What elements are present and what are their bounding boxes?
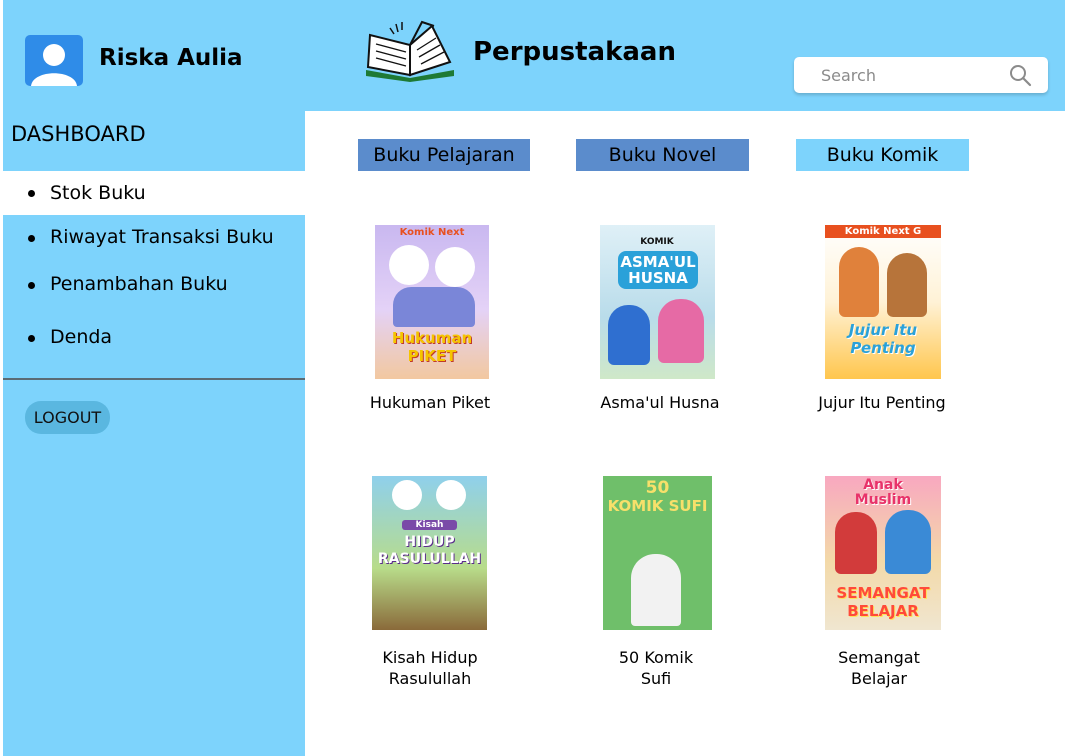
book-cover: Kisah HIDUP RASULULLAH [372, 476, 487, 630]
book-card[interactable]: Kisah HIDUP RASULULLAH Kisah Hidup Rasul… [340, 475, 520, 695]
book-title: Asma'ul Husna [600, 393, 720, 412]
book-card[interactable]: KOMIK ASMA'UL HUSNA Asma'ul Husna [570, 224, 750, 424]
book-title: 50 Komik Sufi [618, 648, 694, 688]
cover-character [658, 299, 704, 363]
book-cover: 50 KOMIK SUFI [603, 476, 712, 630]
cover-character [835, 512, 877, 574]
cover-series-text: Komik Next [399, 227, 465, 238]
sidebar-item-stok-buku[interactable]: Stok Buku [3, 171, 305, 215]
book-card[interactable]: Anak Muslim SEMANGAT BELAJAR Semangat Be… [789, 475, 969, 695]
cover-character [887, 253, 927, 317]
cover-title-text: SEMANGAT BELAJAR [836, 584, 930, 620]
cover-series-text: Anak Muslim [854, 477, 912, 508]
tab-buku-komik[interactable]: Buku Komik [796, 139, 969, 171]
sidebar-item-denda[interactable]: Denda [3, 316, 305, 360]
user-avatar-icon[interactable] [25, 35, 83, 86]
logout-button[interactable]: LOGOUT [25, 401, 110, 434]
cover-character [608, 305, 650, 365]
cover-series-text: Kisah [402, 520, 457, 530]
tab-buku-pelajaran[interactable]: Buku Pelajaran [358, 139, 530, 171]
cover-series-text: KOMIK [640, 237, 674, 247]
book-title: Kisah Hidup Rasulullah [382, 648, 478, 688]
app-title: Perpustakaan [473, 37, 676, 67]
search-input[interactable] [808, 62, 1024, 88]
cover-character [885, 510, 931, 574]
book-card[interactable]: Komik Next G Jujur Itu Penting Jujur Itu… [792, 224, 972, 424]
cover-character [392, 480, 422, 510]
user-name: Riska Aulia [99, 45, 243, 71]
bullet-icon [28, 190, 35, 197]
book-cover: Komik Next Hukuman PIKET [375, 225, 489, 379]
book-title: Semangat Belajar [838, 648, 920, 688]
cover-character [435, 247, 475, 287]
book-title: Hukuman Piket [369, 393, 491, 412]
sidebar-item-label: Denda [50, 326, 113, 348]
cover-series-text: 50 [645, 478, 670, 498]
cover-character [389, 245, 429, 285]
book-cover: KOMIK ASMA'UL HUSNA [600, 225, 715, 379]
cover-title-text: KOMIK SUFI [607, 497, 708, 515]
book-card[interactable]: 50 KOMIK SUFI 50 Komik Sufi [566, 475, 746, 695]
sidebar-item-label: Penambahan Buku [50, 273, 228, 295]
book-card[interactable]: Komik Next Hukuman PIKET Hukuman Piket [340, 224, 520, 424]
cover-character [631, 554, 681, 626]
search-icon[interactable] [1008, 63, 1032, 91]
book-cover: Anak Muslim SEMANGAT BELAJAR [825, 476, 941, 630]
sidebar-item-label: Stok Buku [50, 182, 146, 204]
app-root: Riska Aulia Perpustakaan DASHBOARD Stok … [0, 0, 1065, 756]
cover-title-text: HIDUP RASULULLAH [377, 534, 482, 567]
sidebar-item-label: Riwayat Transaksi Buku [50, 226, 274, 248]
sidebar-heading: DASHBOARD [11, 122, 146, 146]
cover-illustration [393, 287, 475, 327]
tab-buku-novel[interactable]: Buku Novel [576, 139, 749, 171]
bullet-icon [28, 282, 35, 289]
cover-series-text: Komik Next G [825, 225, 941, 238]
open-book-icon [362, 20, 458, 86]
cover-character [436, 480, 466, 510]
sidebar-divider [3, 378, 305, 380]
bullet-icon [28, 235, 35, 242]
cover-title-text: Hukuman PIKET [391, 329, 473, 365]
sidebar-item-penambahan-buku[interactable]: Penambahan Buku [3, 263, 305, 307]
cover-title-text: Jujur Itu Penting [848, 321, 918, 357]
cover-title-text: ASMA'UL HUSNA [618, 251, 698, 289]
book-title: Jujur Itu Penting [818, 393, 946, 412]
sidebar-item-riwayat-transaksi[interactable]: Riwayat Transaksi Buku [3, 216, 305, 260]
cover-character [839, 247, 879, 317]
bullet-icon [28, 335, 35, 342]
book-cover: Komik Next G Jujur Itu Penting [825, 225, 941, 379]
